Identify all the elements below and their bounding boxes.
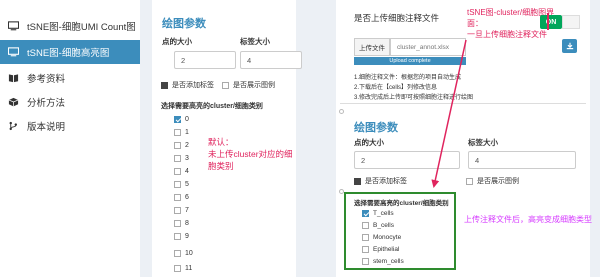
annotation-arrow bbox=[431, 39, 467, 188]
annotation-overlay bbox=[431, 13, 549, 188]
